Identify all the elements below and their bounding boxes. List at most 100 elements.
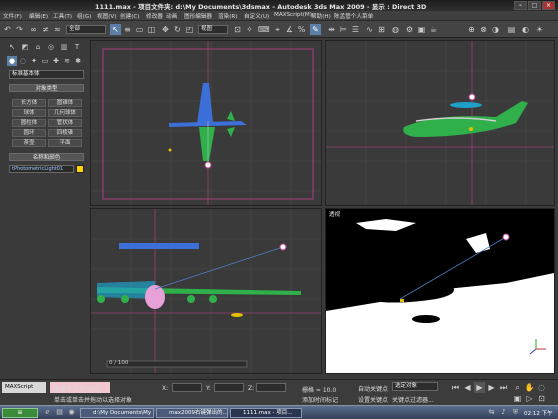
schematic-view-icon[interactable]: ⊞ [376, 24, 387, 35]
cone-button[interactable]: 圆锥体 [48, 99, 82, 107]
next-frame-icon[interactable]: ▶ [486, 382, 497, 393]
menu-personal[interactable]: 陈孟管个人菜单 [334, 12, 373, 20]
go-to-end-icon[interactable]: ⏭ [498, 382, 509, 393]
box-button[interactable]: 长方体 [12, 99, 46, 107]
object-color-swatch[interactable] [76, 165, 84, 173]
pyramid-button[interactable]: 四棱锥 [48, 129, 82, 137]
name-color-rollout[interactable]: 名称和颜色 [9, 153, 84, 161]
geosphere-button[interactable]: 几何球体 [48, 109, 82, 117]
play-icon[interactable]: ▶ [474, 382, 485, 393]
sphere-button[interactable]: 球体 [12, 109, 46, 117]
y-coordinate-field[interactable] [214, 383, 244, 392]
align-icon[interactable]: ⊨ [338, 24, 349, 35]
orbit-icon[interactable]: ◌ [536, 382, 547, 393]
select-move-icon[interactable]: ✥ [160, 24, 171, 35]
undo-icon[interactable]: ↶ [2, 24, 13, 35]
teapot-button[interactable]: 茶壶 [12, 139, 46, 147]
category-dropdown[interactable]: 标准基本体 [9, 70, 84, 79]
plane-button[interactable]: 平面 [48, 139, 82, 147]
viewport-front[interactable] [325, 40, 555, 206]
task-max2009-right-click[interactable]: max2009右键弹出的... [156, 408, 228, 418]
tray-security-icon[interactable]: ⛨ [510, 407, 521, 418]
display-tab-icon[interactable]: ▥ [59, 42, 69, 52]
menu-file[interactable]: 文件(F) [3, 12, 22, 20]
field-of-view-icon[interactable]: ▷ [524, 393, 535, 404]
percent-snap-icon[interactable]: % [296, 24, 307, 35]
menu-help[interactable]: 帮助(H) [311, 12, 331, 20]
object-name-field[interactable]: tPhotometricLight01 [9, 165, 74, 173]
window-crossing-icon[interactable]: ◫ [146, 24, 157, 35]
maximize-viewport-icon[interactable]: ⊡ [536, 393, 547, 404]
menu-edit[interactable]: 编辑(E) [29, 12, 48, 20]
viewport-perspective[interactable]: 透视 [325, 208, 555, 374]
systems-icon[interactable]: ✱ [73, 56, 83, 66]
cylinder-button[interactable]: 圆柱体 [12, 119, 46, 127]
render-setup-icon[interactable]: ⚙ [404, 24, 415, 35]
start-button[interactable]: ⊞ [2, 408, 38, 418]
key-filters-button[interactable]: 关键点过滤器... [392, 395, 434, 404]
rendered-frame-icon[interactable]: ▣ [416, 24, 427, 35]
pivot-center-icon[interactable]: ⊡ [232, 24, 243, 35]
z-coordinate-field[interactable] [256, 383, 286, 392]
spacewarps-icon[interactable]: ≋ [62, 56, 72, 66]
modify-tab-icon[interactable]: ◩ [20, 42, 30, 52]
helpers-icon[interactable]: ✚ [51, 56, 61, 66]
named-selection-icon[interactable]: ✎ [310, 24, 321, 35]
motion-tab-icon[interactable]: ◎ [46, 42, 56, 52]
go-to-start-icon[interactable]: ⏮ [450, 382, 461, 393]
quicklaunch-ie-icon[interactable]: ℯ [42, 407, 53, 418]
menu-graph-editors[interactable]: 图形编辑器 [184, 12, 212, 20]
maximize-icon[interactable]: □ [528, 1, 541, 10]
menu-tools[interactable]: 工具(T) [53, 12, 72, 20]
render-production-icon[interactable]: ☕ [428, 24, 439, 35]
utilities-tab-icon[interactable]: T [72, 42, 82, 52]
key-mode-dropdown[interactable]: 选定对象 [392, 382, 438, 391]
task-3dsmax[interactable]: 1111.max - 项目... [230, 408, 302, 418]
select-scale-icon[interactable]: ◰ [184, 24, 195, 35]
viewport-top[interactable] [90, 40, 322, 206]
tb-extra-3-icon[interactable]: ◑ [490, 24, 501, 35]
menu-create[interactable]: 创建(C) [120, 12, 139, 20]
viewport-left[interactable]: 0 / 100 [90, 208, 322, 374]
set-key-button[interactable]: 设置关键点 [358, 395, 388, 404]
minimize-icon[interactable]: – [514, 1, 527, 10]
quicklaunch-desktop-icon[interactable]: ▤ [54, 407, 65, 418]
select-by-name-icon[interactable]: ≡ [122, 24, 133, 35]
bind-spacewarp-icon[interactable]: ≈ [52, 24, 63, 35]
menu-modifiers[interactable]: 修改器 [146, 12, 163, 20]
hierarchy-tab-icon[interactable]: ⌂ [33, 42, 43, 52]
lights-icon[interactable]: ✦ [29, 56, 39, 66]
menu-rendering[interactable]: 渲染(R) [218, 12, 237, 20]
material-editor-icon[interactable]: ◍ [390, 24, 401, 35]
tray-network-icon[interactable]: ⇆ [486, 407, 497, 418]
menu-customize[interactable]: 自定义(U) [244, 12, 269, 20]
selection-filter[interactable]: 全部 [66, 25, 106, 34]
select-rotate-icon[interactable]: ↻ [172, 24, 183, 35]
task-my-documents[interactable]: d:\My Documents\My ... [80, 408, 154, 418]
link-icon[interactable]: ∞ [28, 24, 39, 35]
shapes-icon[interactable]: ◌ [18, 56, 28, 66]
tb-extra-2-icon[interactable]: ⊗ [478, 24, 489, 35]
reference-coordinate[interactable]: 视图 [198, 25, 228, 34]
x-coordinate-field[interactable] [172, 383, 202, 392]
zoom-icon[interactable]: ⌕ [512, 382, 523, 393]
object-type-rollout[interactable]: 对象类型 [9, 84, 84, 92]
zoom-extents-icon[interactable]: ▣ [512, 393, 523, 404]
cameras-icon[interactable]: ▭ [40, 56, 50, 66]
tb-extra-5-icon[interactable]: ◐ [520, 24, 531, 35]
tb-extra-1-icon[interactable]: ⊕ [466, 24, 477, 35]
mirror-icon[interactable]: ⇹ [326, 24, 337, 35]
redo-icon[interactable]: ↷ [14, 24, 25, 35]
maxscript-listener[interactable]: MAXScript [2, 382, 46, 393]
close-icon[interactable]: × [542, 1, 555, 10]
angle-snap-icon[interactable]: ∡ [284, 24, 295, 35]
rectangle-region-icon[interactable]: ▭ [134, 24, 145, 35]
auto-key-button[interactable]: 自动关键点 [358, 384, 388, 393]
torus-button[interactable]: 圆环 [12, 129, 46, 137]
quicklaunch-media-icon[interactable]: ◉ [66, 407, 77, 418]
tray-volume-icon[interactable]: ♪ [498, 407, 509, 418]
tb-extra-6-icon[interactable]: ☀ [534, 24, 545, 35]
tb-extra-4-icon[interactable]: ▤ [506, 24, 517, 35]
prev-frame-icon[interactable]: ◀ [462, 382, 473, 393]
curve-editor-icon[interactable]: ∿ [364, 24, 375, 35]
